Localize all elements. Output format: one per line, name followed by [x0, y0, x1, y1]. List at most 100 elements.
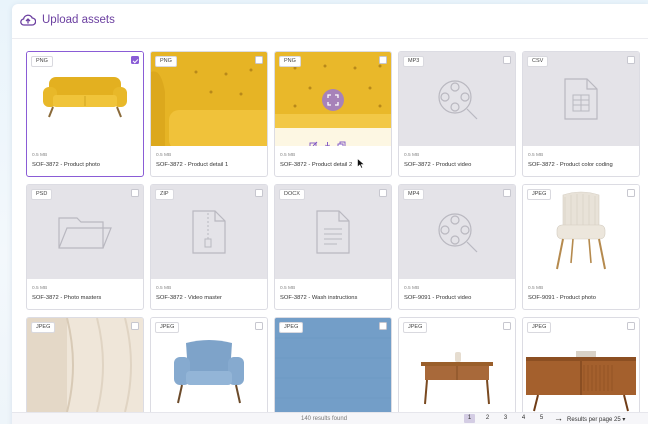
select-checkbox[interactable]	[503, 56, 511, 64]
select-checkbox[interactable]	[131, 189, 139, 197]
asset-card[interactable]: PNG 0.5 MB SOF-3872 - Product photo	[26, 51, 144, 177]
file-name: SOF-3872 - Wash instructions	[280, 295, 358, 301]
file-size: 0.5 MB	[156, 286, 172, 291]
mouse-cursor-icon	[357, 158, 365, 169]
asset-grid: PNG 0.5 MB SOF-3872 - Product photo PNG …	[26, 51, 640, 424]
file-name: SOF-3872 - Product video	[404, 162, 472, 168]
page-button-4[interactable]: 4	[518, 414, 529, 423]
blue-armchair-image	[174, 340, 244, 404]
page-button-3[interactable]: 3	[500, 414, 511, 423]
copy-button[interactable]	[337, 137, 346, 146]
file-type-tag: PSD	[31, 189, 53, 200]
asset-card[interactable]: JPEG	[150, 317, 268, 424]
file-size: 0.5 MB	[528, 153, 544, 158]
page-button-5[interactable]: 5	[536, 414, 547, 423]
asset-card[interactable]: PNG 0.5 MB SOF-3872 - Product detail 1	[150, 51, 268, 177]
page-button-2[interactable]: 2	[482, 414, 493, 423]
select-checkbox[interactable]	[627, 56, 635, 64]
expand-preview-button[interactable]	[322, 89, 344, 111]
asset-card[interactable]: CSV 0.5 MB SOF-3872 - Product color codi…	[522, 51, 640, 177]
file-name: SOF-3872 - Video master	[156, 295, 222, 301]
expand-icon	[327, 94, 339, 106]
file-size: 0.5 MB	[280, 286, 296, 291]
folder-icon	[58, 217, 112, 249]
file-type-tag: ZIP	[155, 189, 174, 200]
results-count: 140 results found	[301, 416, 348, 422]
copy-icon	[337, 141, 346, 146]
file-type-tag: JPEG	[527, 189, 552, 200]
pagination: 1 2 3 4 5 →	[464, 414, 563, 423]
select-checkbox[interactable]	[379, 322, 387, 330]
file-name: SOF-9091 - Product video	[404, 295, 472, 301]
file-size: 0.5 MB	[404, 153, 420, 158]
yellow-sofa-image	[43, 77, 127, 118]
download-button[interactable]	[323, 137, 332, 146]
hover-actions	[309, 137, 346, 146]
select-checkbox[interactable]	[255, 189, 263, 197]
file-type-tag: MP4	[403, 189, 425, 200]
upload-assets-button[interactable]: Upload assets	[20, 14, 115, 26]
select-checkbox[interactable]	[627, 189, 635, 197]
asset-card[interactable]: MP3 0.5 MB SOF-3872 - Product video	[398, 51, 516, 177]
asset-card[interactable]: JPEG	[26, 317, 144, 424]
asset-card[interactable]: JPEG 0.5 MB SOF-9091 - Product photo	[522, 184, 640, 310]
asset-card[interactable]: MP4 0.5 MB SOF-9091 - Product video	[398, 184, 516, 310]
file-type-tag: JPEG	[31, 322, 56, 333]
file-type-tag: JPEG	[403, 322, 428, 333]
select-checkbox[interactable]	[503, 322, 511, 330]
file-size: 0.5 MB	[32, 286, 48, 291]
asset-card[interactable]: PSD 0.5 MB SOF-3872 - Photo masters	[26, 184, 144, 310]
file-type-tag: JPEG	[527, 322, 552, 333]
pagination-footer: 140 results found 1 2 3 4 5 → Results pe…	[12, 412, 648, 424]
file-type-tag: CSV	[527, 56, 549, 67]
asset-card[interactable]: DOCX 0.5 MB SOF-3872 - Wash instructions	[274, 184, 392, 310]
file-type-tag: PNG	[31, 56, 53, 67]
film-reel-icon	[438, 80, 478, 120]
file-type-tag: JPEG	[155, 322, 180, 333]
file-size: 0.5 MB	[528, 286, 544, 291]
download-icon	[325, 142, 330, 146]
select-checkbox[interactable]	[131, 56, 139, 64]
file-size: 0.5 MB	[280, 153, 296, 158]
beige-armchair-image	[556, 191, 606, 270]
file-name: SOF-3872 - Product color coding	[528, 162, 613, 168]
asset-card[interactable]: JPEG	[398, 317, 516, 424]
file-type-tag: JPEG	[279, 322, 304, 333]
file-name: SOF-3872 - Photo masters	[32, 295, 102, 301]
results-per-page[interactable]: Results per page 25 ▾	[567, 416, 625, 423]
asset-card[interactable]: ZIP 0.5 MB SOF-3872 - Video master	[150, 184, 268, 310]
file-name: SOF-9091 - Product photo	[528, 295, 596, 301]
file-type-tag: PNG	[155, 56, 177, 67]
select-checkbox[interactable]	[379, 189, 387, 197]
film-reel-icon	[438, 213, 478, 253]
next-page-arrow-icon[interactable]: →	[554, 414, 563, 423]
results-per-page-select[interactable]: 25 ▾	[614, 417, 625, 423]
results-per-page-label: Results per page	[567, 417, 613, 423]
file-size: 0.5 MB	[32, 153, 48, 158]
file-name: SOF-3872 - Product photo	[32, 162, 100, 168]
select-checkbox[interactable]	[255, 322, 263, 330]
file-name: SOF-3872 - Product detail 2	[280, 162, 353, 168]
select-checkbox[interactable]	[503, 189, 511, 197]
select-checkbox[interactable]	[131, 322, 139, 330]
edit-icon	[309, 141, 318, 146]
select-checkbox[interactable]	[627, 322, 635, 330]
file-name: SOF-3872 - Product detail 1	[156, 162, 229, 168]
upload-cloud-icon	[20, 14, 36, 26]
spreadsheet-file-icon	[564, 78, 598, 120]
wooden-console-table-image	[421, 352, 493, 405]
file-type-tag: PNG	[279, 56, 301, 67]
file-type-tag: MP3	[403, 56, 425, 67]
asset-card[interactable]: JPEG	[274, 317, 392, 424]
asset-card[interactable]: JPEG	[522, 317, 640, 424]
asset-card[interactable]: PNG 0.5 MB SOF-3872 - Product detail 2	[274, 51, 392, 177]
wooden-sideboard-image	[526, 351, 636, 412]
header-divider	[12, 38, 648, 39]
select-checkbox[interactable]	[255, 56, 263, 64]
page-button-1[interactable]: 1	[464, 414, 475, 423]
file-type-tag: DOCX	[279, 189, 305, 200]
document-file-icon	[316, 210, 350, 254]
file-size: 0.5 MB	[404, 286, 420, 291]
edit-button[interactable]	[309, 137, 318, 146]
select-checkbox[interactable]	[379, 56, 387, 64]
